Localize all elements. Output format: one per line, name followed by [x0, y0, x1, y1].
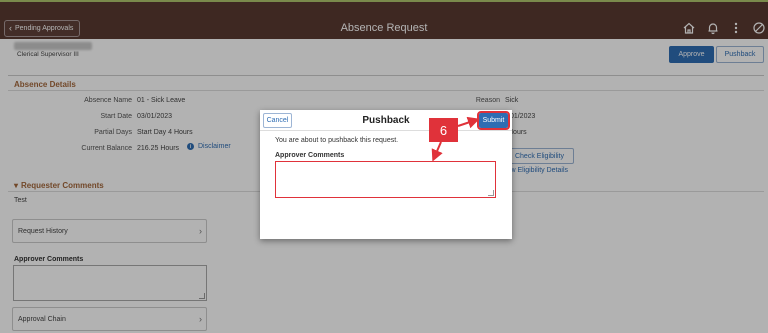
pushback-dialog: Cancel Pushback Submit You are about to …: [260, 110, 512, 239]
dialog-header: Cancel Pushback Submit: [260, 110, 512, 131]
dialog-comments-textarea[interactable]: [275, 161, 496, 198]
dialog-message: You are about to pushback this request.: [275, 137, 399, 144]
dialog-title: Pushback: [362, 115, 410, 126]
submit-button[interactable]: Submit: [477, 111, 510, 130]
step-number-badge: 6: [429, 118, 458, 142]
resize-grip-icon[interactable]: [488, 190, 494, 196]
dialog-comments-label: Approver Comments: [275, 152, 345, 159]
